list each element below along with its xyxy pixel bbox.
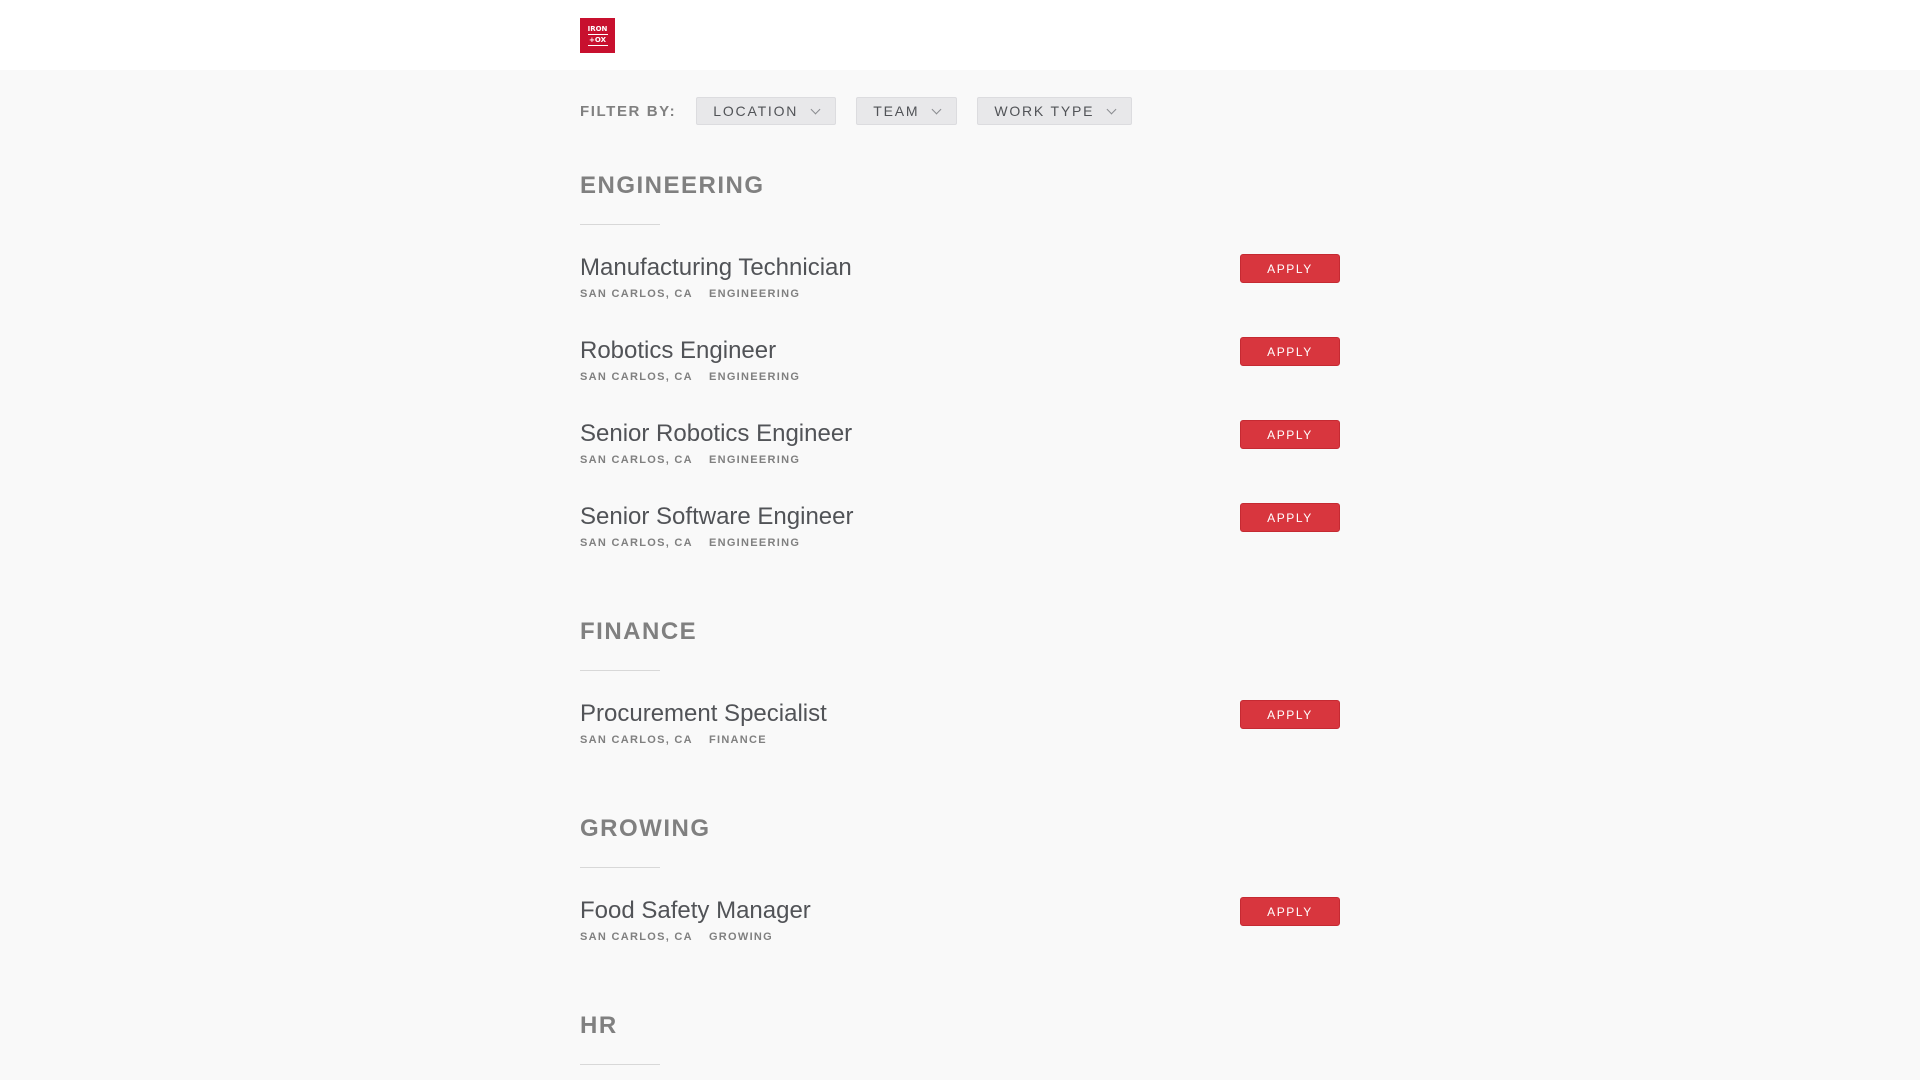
apply-button[interactable]: APPLY — [1240, 897, 1340, 926]
posting-meta: SAN CARLOS, CA ENGINEERING — [580, 454, 800, 466]
chevron-down-icon — [810, 104, 821, 114]
posting-title-link[interactable]: Procurement Specialist — [580, 700, 827, 728]
posting-title-link[interactable]: Senior Robotics Engineer — [580, 420, 852, 448]
posting-team: ENGINEERING — [708, 537, 801, 549]
section-title: GROWING — [580, 815, 711, 842]
posting-meta: SAN CARLOS, CA ENGINEERING — [580, 537, 800, 549]
posting-location: SAN CARLOS, CA — [580, 288, 693, 300]
filter-location-dropdown[interactable]: LOCATION — [696, 97, 837, 125]
posting-meta: SAN CARLOS, CA ENGINEERING — [580, 288, 800, 300]
posting-title-link[interactable]: Food Safety Manager — [580, 897, 811, 925]
apply-button[interactable]: APPLY — [1240, 420, 1340, 449]
filter-work-type-label: WORK TYPE — [994, 103, 1095, 119]
posting-row: Robotics Engineer SAN CARLOS, CA ENGINEE… — [580, 337, 1340, 407]
posting-meta: SAN CARLOS, CA GROWING — [580, 931, 773, 943]
posting-title-link[interactable]: Robotics Engineer — [580, 337, 776, 365]
posting-row: Manufacturing Technician SAN CARLOS, CA … — [580, 254, 1340, 324]
posting-row: Senior Software Engineer SAN CARLOS, CA … — [580, 503, 1340, 573]
posting-meta: SAN CARLOS, CA FINANCE — [580, 734, 767, 746]
section-hr: HR — [580, 1012, 1340, 1065]
posting-location: SAN CARLOS, CA — [580, 454, 693, 466]
apply-button[interactable]: APPLY — [1240, 700, 1340, 729]
section-divider — [580, 867, 660, 868]
posting-row: Senior Robotics Engineer SAN CARLOS, CA … — [580, 420, 1340, 490]
company-logo[interactable]: IRON +OX — [580, 18, 615, 53]
section-engineering: ENGINEERING — [580, 172, 1340, 225]
filter-team-label: TEAM — [873, 103, 920, 119]
top-bar: IRON +OX — [0, 0, 1920, 70]
posting-team: GROWING — [708, 931, 774, 943]
posting-location: SAN CARLOS, CA — [580, 931, 693, 943]
section-divider — [580, 1064, 660, 1065]
posting-row: Procurement Specialist SAN CARLOS, CA FI… — [580, 700, 1340, 770]
posting-meta: SAN CARLOS, CA ENGINEERING — [580, 371, 800, 383]
logo-text-bottom: +OX — [589, 36, 606, 44]
apply-button[interactable]: APPLY — [1240, 337, 1340, 366]
posting-location: SAN CARLOS, CA — [580, 371, 693, 383]
posting-team: ENGINEERING — [708, 288, 801, 300]
filter-team-dropdown[interactable]: TEAM — [856, 97, 958, 125]
section-finance: FINANCE — [580, 618, 1340, 671]
posting-location: SAN CARLOS, CA — [580, 734, 693, 746]
logo-divider-bottom — [587, 44, 608, 46]
apply-button[interactable]: APPLY — [1240, 503, 1340, 532]
logo-text-ox: OX — [594, 35, 606, 44]
filter-location-label: LOCATION — [713, 103, 799, 119]
section-title: ENGINEERING — [580, 172, 765, 199]
section-divider — [580, 224, 660, 225]
posting-team: ENGINEERING — [708, 454, 801, 466]
section-divider — [580, 670, 660, 671]
logo-text-top: IRON — [587, 24, 608, 33]
chevron-down-icon — [1106, 104, 1117, 114]
chevron-down-icon — [931, 104, 942, 114]
posting-team: ENGINEERING — [708, 371, 801, 383]
logo-divider — [587, 33, 608, 35]
posting-title-link[interactable]: Senior Software Engineer — [580, 503, 854, 531]
posting-title-link[interactable]: Manufacturing Technician — [580, 254, 852, 282]
posting-row: Food Safety Manager SAN CARLOS, CA GROWI… — [580, 897, 1340, 967]
section-growing: GROWING — [580, 815, 1340, 868]
filter-by-label: FILTER BY: — [580, 102, 677, 120]
posting-location: SAN CARLOS, CA — [580, 537, 693, 549]
filter-work-type-dropdown[interactable]: WORK TYPE — [977, 97, 1133, 125]
filter-bar: FILTER BY: LOCATION TEAM WORK TYPE — [580, 96, 1152, 126]
section-title: HR — [580, 1012, 618, 1039]
section-title: FINANCE — [580, 618, 698, 645]
apply-button[interactable]: APPLY — [1240, 254, 1340, 283]
posting-team: FINANCE — [708, 734, 767, 746]
